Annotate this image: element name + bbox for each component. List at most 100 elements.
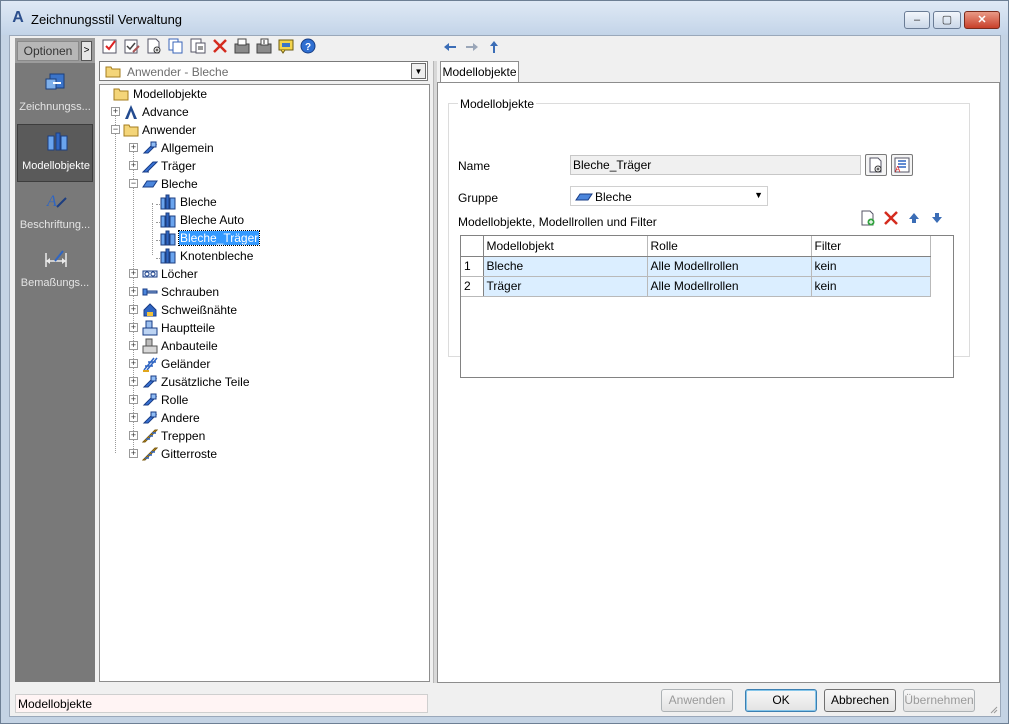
- tree-node-label: Bleche: [180, 195, 217, 209]
- move-up-icon[interactable]: [906, 210, 922, 226]
- import-icon[interactable]: [256, 38, 272, 54]
- expand-icon[interactable]: +: [129, 341, 138, 350]
- column-header-filter[interactable]: Filter: [811, 236, 931, 257]
- tree-node-andere[interactable]: + Andere: [100, 409, 400, 427]
- tree-node-modellobjekte[interactable]: Modellobjekte: [100, 85, 400, 103]
- expand-icon[interactable]: +: [129, 413, 138, 422]
- tree-node-label: Bleche_Träger: [177, 230, 261, 246]
- help-icon[interactable]: ?: [300, 38, 316, 54]
- export-icon[interactable]: [234, 38, 250, 54]
- delete-row-icon[interactable]: [883, 210, 899, 226]
- cell-modellobjekt[interactable]: Bleche: [483, 256, 648, 277]
- tab-modellobjekte[interactable]: Modellobjekte: [440, 61, 519, 83]
- cell-filter[interactable]: kein: [811, 276, 931, 297]
- expand-icon[interactable]: +: [129, 395, 138, 404]
- tree-node-treppen[interactable]: + Treppen: [100, 427, 400, 445]
- collapse-icon[interactable]: −: [111, 125, 120, 134]
- cell-rolle[interactable]: Alle Modellrollen: [647, 256, 812, 277]
- svg-text:?: ?: [305, 42, 311, 53]
- dimension-icon: [45, 250, 67, 267]
- tree-node-hauptteile[interactable]: + Hauptteile: [100, 319, 400, 337]
- title-bar: A Zeichnungsstil Verwaltung – ▢ ✕: [1, 1, 1008, 35]
- model-objects-icon: [47, 132, 68, 151]
- role-icon: [142, 393, 158, 406]
- check-edit-icon[interactable]: [124, 38, 140, 54]
- tree-node-loecher[interactable]: + Löcher: [100, 265, 400, 283]
- tree-node-anwender[interactable]: − Anwender: [100, 121, 400, 139]
- close-button[interactable]: ✕: [964, 11, 1000, 29]
- move-down-icon[interactable]: [929, 210, 945, 226]
- option-label: Zeichnungss...: [19, 101, 91, 113]
- cancel-button[interactable]: Abbrechen: [824, 689, 896, 712]
- expand-icon[interactable]: +: [129, 377, 138, 386]
- expand-icon[interactable]: +: [129, 359, 138, 368]
- expand-icon[interactable]: +: [111, 107, 120, 116]
- comment-icon[interactable]: [278, 38, 294, 54]
- tree-node-allgemein[interactable]: + Allgemein: [100, 139, 400, 157]
- column-header-modellobjekt[interactable]: Modellobjekt: [483, 236, 648, 257]
- adopt-button[interactable]: Übernehmen: [903, 689, 975, 712]
- new-doc-icon[interactable]: [146, 38, 162, 54]
- tree-node-label: Andere: [161, 411, 200, 425]
- option-model-objects[interactable]: Modellobjekte: [17, 124, 93, 182]
- option-labeling[interactable]: A Beschriftung...: [17, 184, 93, 242]
- apply-button[interactable]: Anwenden: [661, 689, 733, 712]
- tree-node-rolle[interactable]: + Rolle: [100, 391, 400, 409]
- cell-modellobjekt[interactable]: Träger: [483, 276, 648, 297]
- expand-icon[interactable]: +: [129, 431, 138, 440]
- tree-node-label: Löcher: [161, 267, 198, 281]
- chevron-down-icon[interactable]: ▼: [411, 63, 426, 79]
- name-label: Name: [458, 159, 491, 173]
- option-dimension[interactable]: Bemaßungs...: [17, 242, 93, 300]
- tab-panel: Modellobjekte Name Bleche_Träger A Grupp…: [437, 82, 1000, 683]
- collapse-icon[interactable]: −: [129, 179, 138, 188]
- copy-icon[interactable]: [168, 38, 184, 54]
- up-arrow-icon[interactable]: [486, 39, 502, 55]
- tree-node-traeger[interactable]: + Träger: [100, 157, 400, 175]
- tree-node-advance[interactable]: + Advance: [100, 103, 400, 121]
- tree-node-schweissnaehte[interactable]: + Schweißnähte: [100, 301, 400, 319]
- dialog-window: A Zeichnungsstil Verwaltung – ▢ ✕ Option…: [0, 0, 1009, 724]
- expand-icon[interactable]: +: [129, 323, 138, 332]
- tree-node-zusaetzliche-teile[interactable]: + Zusätzliche Teile: [100, 373, 400, 391]
- tree-node-gelaender[interactable]: + Geländer: [100, 355, 400, 373]
- column-header-rolle[interactable]: Rolle: [647, 236, 812, 257]
- check-icon[interactable]: [102, 38, 118, 54]
- expand-icon[interactable]: +: [129, 161, 138, 170]
- ok-button[interactable]: OK: [745, 689, 817, 712]
- delete-icon[interactable]: [212, 38, 228, 54]
- cell-rolle[interactable]: Alle Modellrollen: [647, 276, 812, 297]
- paste-icon[interactable]: [190, 38, 206, 54]
- option-drawing-style[interactable]: Zeichnungss...: [17, 66, 93, 124]
- expand-icon[interactable]: +: [129, 449, 138, 458]
- tree-node-bleche[interactable]: Bleche: [100, 193, 400, 211]
- name-field[interactable]: Bleche_Träger: [570, 155, 861, 175]
- filter-combo[interactable]: Anwender - Bleche ▼: [99, 61, 428, 81]
- grating-icon: [142, 447, 158, 461]
- table-row[interactable]: 2 Träger Alle Modellrollen kein: [461, 276, 931, 297]
- expand-icon[interactable]: +: [129, 287, 138, 296]
- forward-arrow-icon[interactable]: [464, 39, 480, 55]
- tree-node-knotenbleche[interactable]: Knotenbleche: [100, 247, 400, 265]
- rename-button[interactable]: [865, 154, 887, 176]
- tree-node-schrauben[interactable]: + Schrauben: [100, 283, 400, 301]
- tree-node-bleche-auto[interactable]: Bleche Auto: [100, 211, 400, 229]
- expand-icon[interactable]: +: [129, 305, 138, 314]
- maximize-button[interactable]: ▢: [933, 11, 961, 29]
- back-arrow-icon[interactable]: [442, 39, 458, 55]
- minimize-button[interactable]: –: [904, 11, 930, 29]
- tree-node-bleche-traeger[interactable]: Bleche_Träger: [100, 229, 400, 247]
- expand-icon[interactable]: +: [129, 143, 138, 152]
- cell-filter[interactable]: kein: [811, 256, 931, 277]
- gruppe-select[interactable]: Bleche ▼: [570, 186, 768, 206]
- expand-icon[interactable]: +: [129, 269, 138, 278]
- resize-grip-icon[interactable]: [988, 704, 998, 714]
- filter-combo-value: Anwender - Bleche: [127, 65, 229, 79]
- sort-button[interactable]: A: [891, 154, 913, 176]
- tree-node-gitterroste[interactable]: + Gitterroste: [100, 445, 400, 463]
- tree-node-bleche-group[interactable]: − Bleche: [100, 175, 400, 193]
- table-row[interactable]: 1 Bleche Alle Modellrollen kein: [461, 256, 931, 277]
- add-row-icon[interactable]: [860, 210, 876, 226]
- options-collapse-button[interactable]: >: [81, 41, 92, 61]
- tree-node-anbauteile[interactable]: + Anbauteile: [100, 337, 400, 355]
